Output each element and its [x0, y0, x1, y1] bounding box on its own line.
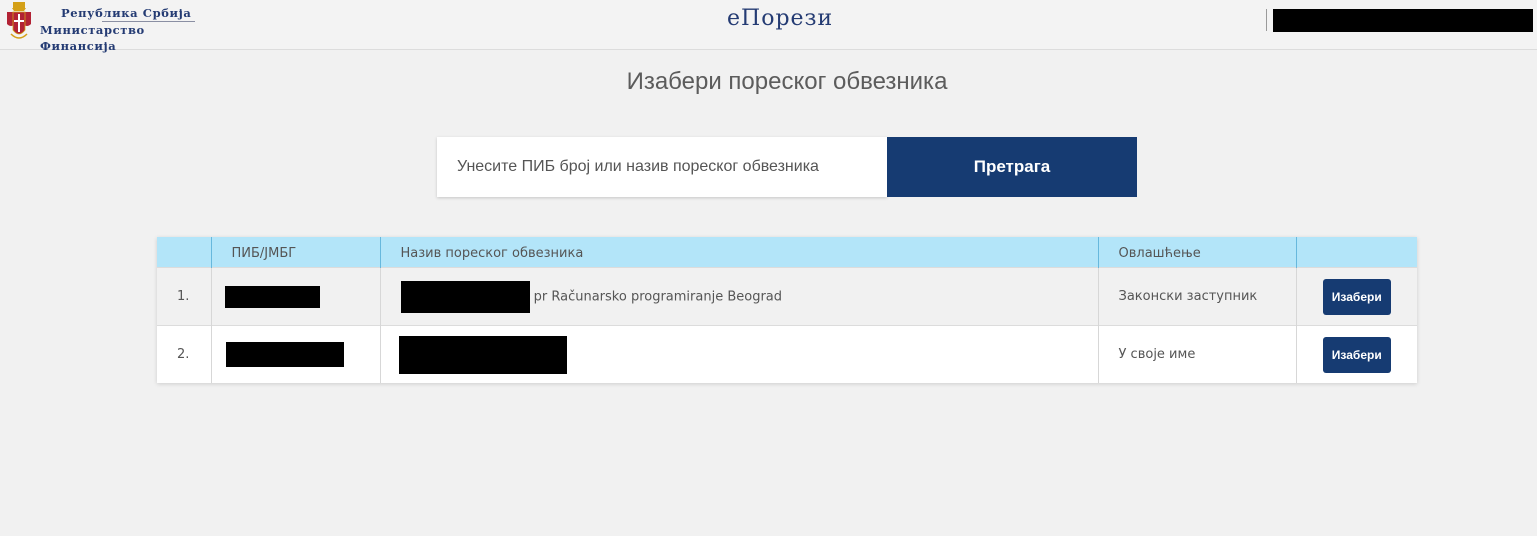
- action-cell: Изабери: [1296, 325, 1417, 383]
- row-index: 2.: [157, 325, 212, 383]
- redacted-name: [400, 280, 530, 313]
- ministry-line-2: Министарство Финансија: [40, 23, 145, 53]
- choose-button[interactable]: Изабери: [1322, 336, 1391, 373]
- search-input[interactable]: [437, 137, 887, 197]
- pib-cell: [211, 267, 381, 326]
- column-header-pib: ПИБ/ЈМБГ: [211, 237, 381, 268]
- redacted-pib: [224, 285, 320, 308]
- header: Република Србија Министарство Финансија …: [0, 0, 1537, 53]
- user-menu-redacted[interactable]: [1273, 9, 1533, 32]
- column-header-name: Назив пореског обвезника: [380, 237, 1099, 268]
- table-row[interactable]: 2. У своје име Изабери: [157, 325, 1417, 383]
- column-header-index: [157, 237, 212, 268]
- table-header-row: ПИБ/ЈМБГ Назив пореског обвезника Овлашћ…: [157, 237, 1417, 268]
- column-header-action: [1296, 237, 1417, 268]
- authorization-cell: Законски заступник: [1098, 267, 1297, 326]
- search-button[interactable]: Претрага: [887, 137, 1137, 197]
- choose-button[interactable]: Изабери: [1322, 278, 1391, 315]
- column-header-authorization: Овлашћење: [1098, 237, 1297, 268]
- header-divider: [1266, 9, 1267, 31]
- pib-cell: [211, 325, 381, 383]
- table-row[interactable]: 1. pr Računarsko programiranje Beograd З…: [157, 267, 1417, 326]
- ministry-logo: Република Србија Министарство Финансија: [40, 5, 225, 54]
- row-index: 1.: [157, 267, 212, 326]
- coat-of-arms-icon: [7, 2, 31, 39]
- name-cell: pr Računarsko programiranje Beograd: [380, 267, 1099, 326]
- name-suffix: pr Računarsko programiranje Beograd: [533, 289, 783, 304]
- redacted-name: [398, 335, 567, 374]
- authorization-cell: У своје име: [1098, 325, 1297, 383]
- brand-title: еПорези: [727, 6, 834, 31]
- action-cell: Изабери: [1296, 267, 1417, 326]
- page-title: Изабери пореског обвезника: [626, 68, 948, 95]
- taxpayer-table: ПИБ/ЈМБГ Назив пореског обвезника Овлашћ…: [157, 237, 1417, 383]
- redacted-pib: [225, 342, 344, 367]
- name-cell: [380, 325, 1099, 383]
- ministry-line-1: Република Србија: [61, 6, 192, 20]
